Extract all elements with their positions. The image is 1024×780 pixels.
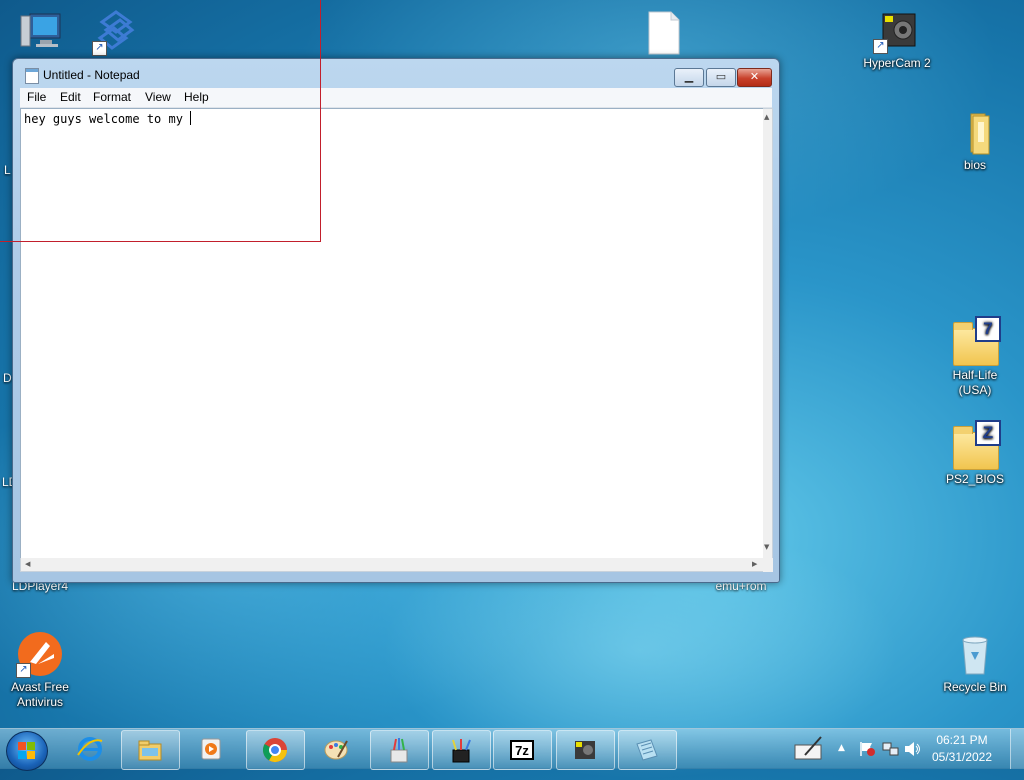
zip-folder-icon: 7 xyxy=(951,316,1001,366)
desktop-icon-ps2-bios[interactable]: Z PS2_BIOS xyxy=(935,420,1015,487)
hypercam-icon: ↗ xyxy=(873,6,921,54)
vertical-scrollbar[interactable]: ▲ ▼ xyxy=(763,108,773,560)
desktop-icon-half-life[interactable]: 7 Half-Life (USA) xyxy=(935,316,1015,398)
hypercam-icon xyxy=(575,741,595,759)
menu-format[interactable]: Format xyxy=(93,90,131,104)
avast-icon: ↗ xyxy=(16,630,64,678)
computer-icon xyxy=(16,8,64,56)
shortcut-arrow-icon: ↗ xyxy=(92,41,107,56)
editor-content: hey guys welcome to my xyxy=(24,111,192,126)
minimize-button[interactable]: ▁ xyxy=(674,68,704,87)
desktop-icon-avast[interactable]: ↗ Avast Free Antivirus xyxy=(0,630,80,710)
7zip-icon: 7z xyxy=(510,740,534,760)
network-icon[interactable] xyxy=(882,741,900,757)
file-explorer-icon xyxy=(138,740,162,761)
desktop-icon-label: PS2_BIOS xyxy=(945,472,1005,486)
scroll-right-icon[interactable]: ▶ xyxy=(752,560,757,568)
taskbar-7zip[interactable]: 7z xyxy=(493,730,552,770)
taskbar-paint[interactable] xyxy=(308,730,365,768)
paint-brush-app-icon xyxy=(390,738,408,763)
shortcut-arrow-icon: ↗ xyxy=(16,663,31,678)
menu-bar: File Edit Format View Help xyxy=(20,88,772,108)
internet-explorer-icon xyxy=(77,737,103,761)
close-button[interactable]: ✕ xyxy=(737,68,772,87)
show-hidden-icons-icon[interactable]: ▲ xyxy=(838,743,845,753)
menu-view[interactable]: View xyxy=(145,90,171,104)
desktop-icon-label: HyperCam 2 xyxy=(863,56,931,70)
svg-text:7z: 7z xyxy=(515,743,529,758)
resize-grip-icon[interactable] xyxy=(763,558,773,572)
pen-tablet-icon[interactable] xyxy=(793,735,825,763)
maximize-icon: ▭ xyxy=(715,70,727,83)
show-desktop-button[interactable] xyxy=(1010,729,1024,769)
taskbar-notepad[interactable] xyxy=(618,730,677,770)
recycle-bin-icon xyxy=(951,630,999,678)
desktop-icon-bios[interactable]: bios xyxy=(935,108,1015,173)
menu-file[interactable]: File xyxy=(27,90,46,104)
paint-icon xyxy=(324,740,348,760)
chrome-icon xyxy=(262,738,287,763)
taskbar-paint-brush-app[interactable] xyxy=(370,730,429,770)
desktop-icon-blank-file[interactable] xyxy=(623,8,703,58)
action-center-flag-icon[interactable] xyxy=(858,741,876,757)
scroll-down-icon[interactable]: ▼ xyxy=(764,543,769,551)
text-caret xyxy=(190,111,192,125)
media-player-icon xyxy=(201,738,221,760)
pcsx2-icon: ↗ xyxy=(92,8,140,56)
folder-icon xyxy=(951,108,999,156)
text-editor[interactable]: hey guys welcome to my xyxy=(20,108,764,560)
start-button[interactable] xyxy=(6,731,48,771)
minimize-icon: ▁ xyxy=(684,70,694,83)
desktop-icon-recycle-bin[interactable]: Recycle Bin xyxy=(935,630,1015,695)
desktop-icon-pcsx2[interactable]: ↗ xyxy=(76,8,156,58)
notepad-window[interactable]: Untitled - Notepad ▁ ▭ ✕ File Edit Forma… xyxy=(12,58,780,583)
notepad-icon xyxy=(25,68,39,84)
maximize-button[interactable]: ▭ xyxy=(706,68,736,87)
clock-time: 06:21 PM xyxy=(936,733,988,747)
file-icon xyxy=(639,8,687,56)
menu-edit[interactable]: Edit xyxy=(60,90,81,104)
art-app-icon xyxy=(452,739,471,763)
taskbar: 7z ▲ 06:21 PM 05/31/2022 xyxy=(0,728,1024,771)
shortcut-arrow-icon: ↗ xyxy=(873,39,888,54)
desktop-icon-label: bios xyxy=(963,158,986,172)
title-bar[interactable]: Untitled - Notepad ▁ ▭ ✕ xyxy=(13,59,779,89)
taskbar-hypercam[interactable] xyxy=(556,730,615,770)
clock-date: 05/31/2022 xyxy=(931,750,993,764)
zip-folder-icon: Z xyxy=(951,420,1001,470)
scroll-up-icon[interactable]: ▲ xyxy=(764,113,769,121)
system-clock[interactable]: 06:21 PM 05/31/2022 xyxy=(924,732,1000,766)
desktop-icon-label: Avast Free Antivirus xyxy=(11,680,69,709)
close-icon: ✕ xyxy=(749,70,760,83)
desktop-icon-label: D xyxy=(3,371,12,385)
window-title: Untitled - Notepad xyxy=(43,68,140,82)
taskbar-art-app[interactable] xyxy=(432,730,491,770)
horizontal-scrollbar[interactable]: ◀ ▶ xyxy=(20,558,765,572)
windows-logo-icon xyxy=(18,742,36,760)
notepad-icon xyxy=(636,739,658,761)
taskbar-file-explorer[interactable] xyxy=(121,730,180,770)
desktop-icon-label: Half-Life (USA) xyxy=(952,368,998,397)
desktop-icon-label: L xyxy=(4,163,11,177)
desktop-icon-hypercam[interactable]: ↗ HyperCam 2 xyxy=(857,6,937,71)
taskbar-internet-explorer[interactable] xyxy=(62,730,119,768)
scroll-left-icon[interactable]: ◀ xyxy=(25,560,30,568)
menu-help[interactable]: Help xyxy=(184,90,209,104)
taskbar-chrome[interactable] xyxy=(246,730,305,770)
desktop-icon-label: Recycle Bin xyxy=(943,680,1007,694)
desktop-icon-computer[interactable] xyxy=(0,8,80,58)
taskbar-media-player[interactable] xyxy=(183,730,240,768)
volume-icon[interactable] xyxy=(904,741,922,757)
